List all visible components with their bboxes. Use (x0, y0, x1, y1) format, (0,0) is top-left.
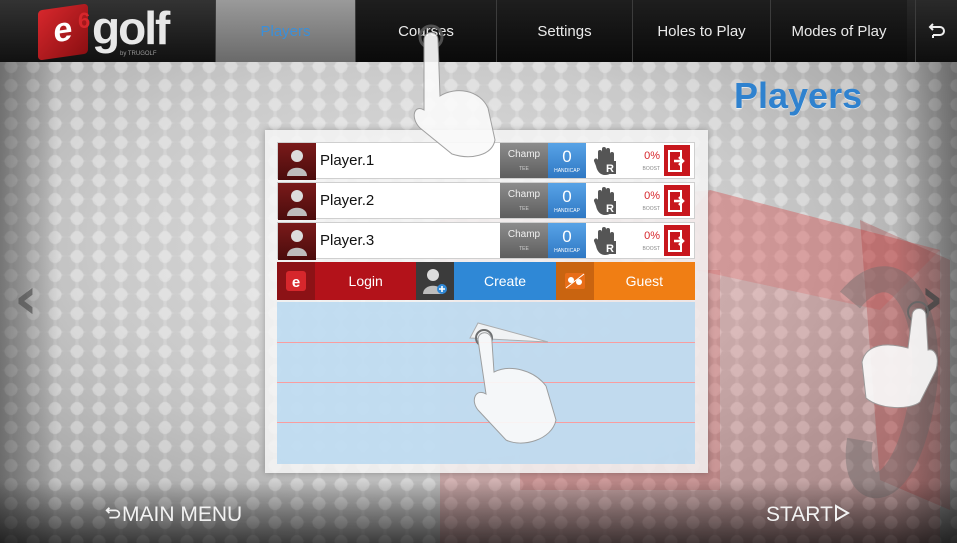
remove-player-icon[interactable] (662, 223, 692, 258)
play-triangle-icon (834, 504, 850, 522)
boost-caption: BOOST (642, 245, 660, 252)
next-arrow-icon[interactable]: › (920, 268, 944, 328)
create-user-icon (416, 262, 455, 300)
login-button[interactable]: Login (315, 262, 417, 300)
handicap-caption: HANDICAP (554, 247, 580, 254)
boost-caption: BOOST (642, 165, 660, 172)
guest-button[interactable]: Guest (593, 262, 695, 300)
tab-courses[interactable]: Courses (355, 0, 496, 62)
tab-modes-of-play[interactable]: Modes of Play (770, 0, 907, 62)
app-stage: e 6 golf by TRUGOLF Players Courses Sett… (0, 0, 957, 543)
tee-selector[interactable]: Champ TEE (500, 223, 548, 258)
player-avatar-icon (278, 183, 316, 220)
glove-icon: R (593, 146, 616, 175)
boost-value-box[interactable]: 0% BOOST (626, 223, 662, 258)
player-row[interactable]: Player.1 Champ TEE 0 HANDICAP R 0% BOOST (277, 142, 695, 180)
start-button[interactable]: START (766, 502, 851, 528)
hand-letter: R (606, 163, 614, 175)
handicap-selector[interactable]: 0 HANDICAP (548, 183, 586, 218)
hand-letter: R (606, 203, 614, 215)
remove-player-icon[interactable] (662, 143, 692, 178)
return-icon[interactable] (915, 0, 957, 62)
tee-selector[interactable]: Champ TEE (500, 183, 548, 218)
player-row[interactable]: Player.3 Champ TEE 0 HANDICAP R 0% BOOST (277, 222, 695, 260)
tee-value: Champ (507, 229, 541, 240)
start-label: START (766, 503, 833, 526)
handicap-value: 0 (562, 186, 572, 206)
main-menu-button[interactable]: MAIN MENU (104, 502, 242, 528)
remove-player-icon[interactable] (662, 183, 692, 218)
list-divider (277, 342, 695, 343)
hand-toggle[interactable]: R (586, 143, 626, 178)
tab-settings[interactable]: Settings (496, 0, 632, 62)
hand-toggle[interactable]: R (586, 223, 626, 258)
list-divider (277, 382, 695, 383)
player-row[interactable]: Player.2 Champ TEE 0 HANDICAP R 0% BOOST (277, 182, 695, 220)
hand-toggle[interactable]: R (586, 183, 626, 218)
e6golf-logo: e 6 golf by TRUGOLF (0, 0, 215, 62)
player-actions: e Login Create Guest (277, 262, 695, 300)
top-nav-bar: e 6 golf by TRUGOLF Players Courses Sett… (0, 0, 957, 62)
hand-letter: R (606, 243, 614, 255)
main-menu-label: MAIN MENU (122, 503, 243, 526)
glove-icon: R (593, 186, 616, 215)
player-name[interactable]: Player.2 (316, 183, 500, 218)
page-title: Players (734, 75, 863, 116)
handicap-value: 0 (562, 146, 572, 166)
tab-holes-to-play[interactable]: Holes to Play (632, 0, 770, 62)
player-avatar-icon (278, 223, 316, 260)
boost-value-box[interactable]: 0% BOOST (626, 143, 662, 178)
handicap-selector[interactable]: 0 HANDICAP (548, 223, 586, 258)
logo-golf-text: golf (92, 2, 170, 54)
tee-caption: TEE (519, 166, 529, 172)
boost-value-box[interactable]: 0% BOOST (626, 183, 662, 218)
glove-icon: R (593, 226, 616, 255)
guest-icon (555, 262, 594, 300)
player-name[interactable]: Player.1 (316, 143, 500, 178)
main-tabs: Players Courses Settings Holes to Play M… (215, 0, 915, 62)
list-divider (277, 422, 695, 423)
roster-list[interactable] (277, 302, 695, 464)
logo-byline: by TRUGOLF (120, 51, 157, 57)
tee-caption: TEE (519, 246, 529, 252)
boost-value: 0% (644, 229, 660, 242)
logo-six: 6 (78, 8, 91, 33)
login-logo-icon: e (277, 262, 315, 300)
tee-value: Champ (507, 189, 541, 200)
svg-text:e: e (292, 274, 300, 291)
tee-value: Champ (507, 149, 541, 160)
handicap-value: 0 (562, 226, 572, 246)
tee-selector[interactable]: Champ TEE (500, 143, 548, 178)
tab-players[interactable]: Players (215, 0, 355, 62)
players-panel: Player.1 Champ TEE 0 HANDICAP R 0% BOOST (265, 130, 708, 473)
handicap-caption: HANDICAP (554, 167, 580, 174)
boost-value: 0% (644, 149, 660, 162)
handicap-selector[interactable]: 0 HANDICAP (548, 143, 586, 178)
boost-value: 0% (644, 189, 660, 202)
create-button[interactable]: Create (454, 262, 556, 300)
boost-caption: BOOST (642, 205, 660, 212)
tee-caption: TEE (519, 206, 529, 212)
player-avatar-icon (278, 143, 316, 180)
previous-arrow-icon[interactable]: ‹ (14, 268, 38, 328)
return-icon (105, 507, 121, 519)
player-name[interactable]: Player.3 (316, 223, 500, 258)
handicap-caption: HANDICAP (554, 207, 580, 214)
